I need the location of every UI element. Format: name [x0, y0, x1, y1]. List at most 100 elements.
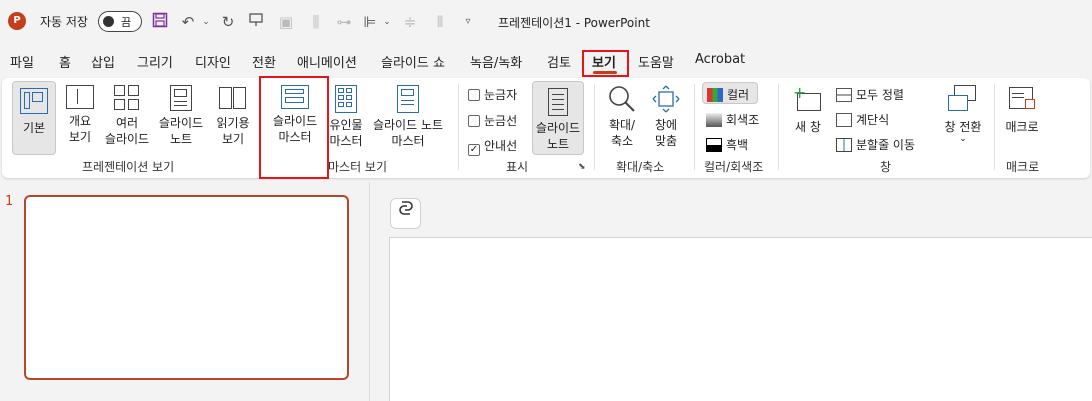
- notes-icon: [548, 88, 568, 116]
- notes-page-label-2: 노트: [169, 132, 193, 146]
- color-button[interactable]: 컬러: [702, 82, 758, 104]
- zoom-button[interactable]: 확대/ 축소: [600, 85, 644, 149]
- dialog-launcher-icon[interactable]: ⬊: [578, 162, 586, 172]
- tab-acrobat[interactable]: Acrobat: [695, 52, 745, 67]
- black-white-button[interactable]: 흑백: [706, 136, 748, 153]
- gridlines-label: 눈금선: [484, 114, 518, 128]
- group-separator: [778, 84, 779, 170]
- presenter-icon[interactable]: [246, 12, 266, 32]
- switch-windows-icon: [948, 85, 978, 113]
- tab-home[interactable]: 홈: [59, 52, 71, 71]
- handout-master-icon: [335, 85, 357, 113]
- move-split-icon: [836, 138, 852, 152]
- notes-master-label-1: 슬라이드 노트: [372, 118, 444, 132]
- new-window-icon: +: [793, 85, 823, 113]
- macros-button[interactable]: 매크로: [1000, 85, 1044, 135]
- copilot-icon[interactable]: [390, 198, 421, 229]
- slide-number: 1: [5, 194, 14, 209]
- align-center-icon[interactable]: ⫼: [306, 12, 326, 32]
- normal-view-button[interactable]: 기본: [12, 81, 56, 155]
- tab-slideshow[interactable]: 슬라이드 쇼: [381, 52, 445, 71]
- tab-draw[interactable]: 그리기: [137, 52, 173, 71]
- new-window-button[interactable]: + 새 창: [786, 85, 830, 135]
- group-label-color: 컬러/회색조: [704, 160, 764, 174]
- group-separator: [694, 84, 695, 170]
- grayscale-button[interactable]: 회색조: [706, 111, 759, 128]
- checkbox-box: [468, 89, 480, 101]
- cascade-button[interactable]: 계단식: [836, 111, 889, 128]
- color-label: 컬러: [727, 88, 750, 102]
- notes-master-icon: [397, 85, 419, 113]
- group-label-presentation-views: 프레젠테이션 보기: [82, 160, 175, 174]
- customize-toolbar-icon[interactable]: ▿: [458, 12, 478, 32]
- check-icon: ✓: [468, 144, 480, 156]
- tab-record[interactable]: 녹음/녹화: [470, 52, 522, 71]
- group-separator: [458, 84, 459, 170]
- new-window-label: 새 창: [795, 120, 821, 134]
- distribute-icon[interactable]: ⊶: [334, 12, 354, 32]
- outline-view-icon: [66, 85, 94, 109]
- save-icon[interactable]: [150, 12, 170, 32]
- fit-label-1: 창에: [654, 118, 678, 132]
- zoom-label-1: 확대/: [608, 118, 636, 132]
- align-dropdown-icon[interactable]: ⌄: [377, 12, 397, 32]
- switch-windows-dropdown-icon: ⌄: [959, 134, 967, 144]
- reading-view-label-1: 읽기용: [216, 116, 250, 130]
- group-label-zoom: 확대/축소: [616, 160, 665, 174]
- outline-view-button[interactable]: 개요 보기: [60, 85, 100, 145]
- ruler-checkbox[interactable]: 눈금자: [468, 86, 517, 103]
- arrange-all-button[interactable]: 모두 정렬: [836, 86, 904, 103]
- copy-format-icon[interactable]: ▣: [276, 12, 296, 32]
- notes-toggle-label-1: 슬라이드: [535, 121, 581, 135]
- redo-icon[interactable]: ↻: [218, 12, 238, 32]
- notes-master-button[interactable]: 슬라이드 노트 마스터: [368, 85, 448, 149]
- reading-view-button[interactable]: 읽기용 보기: [210, 85, 256, 147]
- arrange-all-label: 모두 정렬: [856, 88, 904, 102]
- normal-view-label: 기본: [22, 121, 46, 135]
- highlight-view-tab: [582, 50, 629, 77]
- tab-insert[interactable]: 삽입: [91, 52, 115, 71]
- reading-view-label-2: 보기: [221, 132, 245, 146]
- gridlines-checkbox[interactable]: 눈금선: [468, 112, 517, 129]
- slide-sorter-button[interactable]: 여러 슬라이드: [102, 85, 152, 147]
- title-bar: P 자동 저장 끔 ↶ ⌄ ↻ ▣ ⫼ ⊶ ⊫ ⌄ ≑ ⫴ ▿ 프레젠테이션1 …: [0, 0, 1092, 44]
- tab-design[interactable]: 디자인: [195, 52, 231, 71]
- tab-file[interactable]: 파일: [10, 52, 34, 71]
- tab-help[interactable]: 도움말: [638, 52, 674, 71]
- autosave-toggle[interactable]: 끔: [98, 11, 142, 32]
- autosave-label: 자동 저장: [40, 15, 88, 29]
- guides-checkbox[interactable]: ✓ 안내선: [468, 137, 517, 156]
- move-split-button[interactable]: 분할줄 이동: [836, 136, 915, 153]
- switch-windows-label: 창 전환: [944, 120, 982, 134]
- notes-toggle-label-2: 노트: [546, 137, 570, 151]
- distribute-horizontal-icon[interactable]: ⫴: [430, 12, 450, 32]
- slide-thumbnail[interactable]: [24, 195, 349, 380]
- fit-label-2: 맞춤: [654, 134, 678, 148]
- normal-view-icon: [20, 88, 48, 114]
- group-separator: [594, 84, 595, 170]
- handout-master-label-1: 유인물: [329, 118, 363, 132]
- black-white-icon: [706, 138, 722, 152]
- switch-windows-button[interactable]: 창 전환 ⌄: [938, 85, 988, 144]
- toggle-knob: [103, 16, 114, 27]
- highlight-slide-master: [259, 76, 329, 179]
- handout-master-button[interactable]: 유인물 마스터: [326, 85, 366, 149]
- undo-dropdown-icon[interactable]: ⌄: [196, 12, 216, 32]
- tab-review[interactable]: 검토: [547, 52, 571, 71]
- move-split-label: 분할줄 이동: [856, 138, 916, 152]
- align-middle-icon[interactable]: ≑: [400, 12, 420, 32]
- fit-to-window-button[interactable]: 창에 맞춤: [646, 85, 686, 149]
- notes-toggle-button[interactable]: 슬라이드 노트: [532, 81, 584, 155]
- handout-master-label-2: 마스터: [329, 134, 363, 148]
- notes-page-button[interactable]: 슬라이드 노트: [154, 85, 208, 147]
- tab-transitions[interactable]: 전환: [252, 52, 276, 71]
- zoom-label-2: 축소: [610, 134, 634, 148]
- slide-canvas[interactable]: [389, 237, 1092, 401]
- slide-sorter-icon: [114, 85, 140, 111]
- undo-icon[interactable]: ↶: [178, 12, 198, 32]
- slide-sorter-label-1: 여러: [115, 116, 139, 130]
- tab-animations[interactable]: 애니메이션: [297, 52, 357, 71]
- group-label-show: 표시: [506, 160, 529, 174]
- notes-page-label-1: 슬라이드: [158, 116, 204, 130]
- panel-splitter[interactable]: [369, 182, 370, 401]
